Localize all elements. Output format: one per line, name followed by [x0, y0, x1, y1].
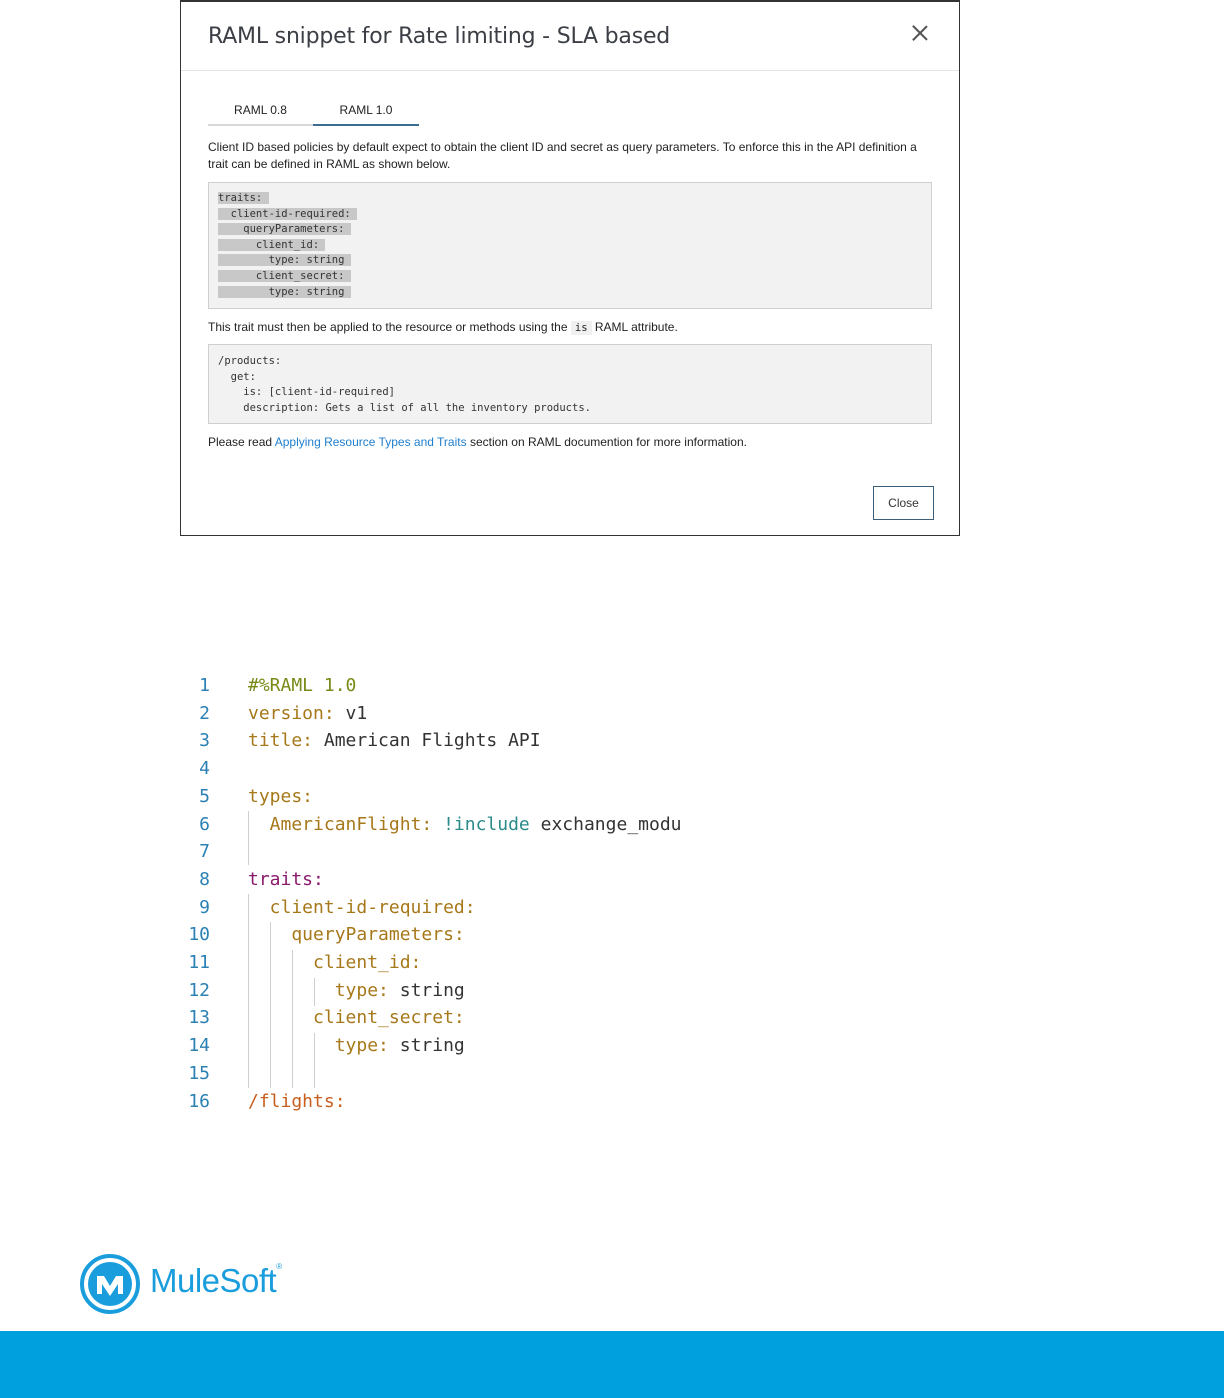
line-number: 6 [199, 813, 210, 835]
code-token: !include [432, 813, 530, 835]
line-number: 16 [188, 1090, 210, 1112]
code-line: traits: [218, 191, 922, 207]
line-number: 13 [188, 1007, 210, 1029]
line-code: #%RAML 1.0 [248, 672, 356, 699]
code-line-text: client-id-required: [218, 207, 358, 220]
intro-text: Client ID based policies by default expe… [208, 140, 917, 171]
line-number: 8 [199, 868, 210, 890]
line-number: 10 [188, 924, 210, 946]
resource-code-block: /products: get: is: [client-id-required]… [208, 344, 932, 424]
line-number: 4 [199, 758, 210, 780]
code-line: type: string [218, 285, 922, 301]
line-number: 1 [199, 675, 210, 696]
version-tabs: RAML 0.8 RAML 1.0 [208, 96, 930, 126]
apply-text: This trait must then be applied to the r… [208, 319, 933, 337]
line-code: client_secret: [248, 1004, 465, 1031]
read-text-after: section on RAML documention for more inf… [469, 435, 747, 449]
tab-raml-1-0[interactable]: RAML 1.0 [313, 96, 419, 126]
code-line-text: queryParameters: [218, 223, 351, 236]
dialog-header: RAML snippet for Rate limiting - SLA bas… [181, 2, 959, 71]
line-code: title: American Flights API [248, 727, 541, 754]
code-token: string [388, 1035, 465, 1057]
line-code: types: [248, 783, 313, 810]
logo-text: MuleSoft [150, 1262, 277, 1299]
code-line-text: traits: [218, 192, 269, 204]
code-line-text: client_id: [218, 238, 326, 251]
code-line-text: is: [client-id-required] [218, 386, 396, 399]
code-line: get: [218, 370, 922, 386]
footer-bar [0, 1331, 1224, 1398]
code-token: #%RAML 1.0 [248, 675, 357, 696]
line-code: version: v1 [248, 700, 367, 727]
code-line-text: type: string [218, 285, 351, 298]
line-number: 14 [188, 1035, 210, 1057]
code-token: queryParameters: [248, 924, 465, 946]
line-code: /flights: [248, 1088, 346, 1115]
line-code: client-id-required: [248, 894, 476, 921]
close-icon[interactable] [909, 22, 931, 44]
raml-snippet-dialog: RAML snippet for Rate limiting - SLA bas… [180, 0, 960, 536]
code-token: version: [248, 702, 335, 724]
code-token: v1 [334, 702, 368, 724]
raml-code-editor[interactable]: 1 #%RAML 1.0 2 version: v1 3 title: American … [180, 672, 880, 1122]
code-line: client-id-required: [218, 207, 922, 223]
apply-text-after: RAML attribute. [594, 320, 678, 334]
code-line: type: string [218, 253, 922, 269]
code-line: /products: [218, 354, 922, 370]
read-text-before: Please read [208, 435, 273, 449]
code-token: traits: [248, 868, 324, 890]
code-line-text: get: [218, 370, 256, 383]
code-token: /flights: [248, 1090, 346, 1112]
line-number: 7 [199, 841, 210, 863]
is-attribute-code: is [570, 321, 592, 335]
tab-raml-0-8[interactable]: RAML 0.8 [208, 96, 313, 126]
code-token: type: [248, 1035, 389, 1057]
line-code: type: string [248, 1032, 465, 1059]
resource-types-link[interactable]: Applying Resource Types and Traits [275, 435, 467, 449]
code-token: exchange_modu [529, 813, 682, 835]
read-more-text: Please read Applying Resource Types and … [208, 434, 933, 451]
code-line: client_id: [218, 238, 922, 254]
line-number: 11 [188, 952, 210, 973]
code-token: client_id: [248, 952, 422, 973]
mulesoft-logo: MuleSoft® [80, 1254, 300, 1314]
code-token: client_secret: [248, 1007, 465, 1029]
code-token: American Flights API [313, 730, 541, 752]
code-line: is: [client-id-required] [218, 385, 922, 401]
code-token: title: [248, 730, 314, 752]
line-code: client_id: [248, 949, 421, 976]
mulesoft-wordmark: MuleSoft® [150, 1262, 282, 1300]
line-number: 15 [188, 1062, 210, 1084]
registered-mark: ® [276, 1262, 282, 1271]
code-line: description: Gets a list of all the inve… [218, 401, 922, 417]
line-number: 5 [199, 785, 210, 807]
code-token: types: [248, 785, 314, 807]
code-token: type: [248, 979, 389, 1001]
code-line-text: /products: [218, 355, 282, 367]
line-code: queryParameters: [248, 921, 465, 948]
code-line-text: description: Gets a list of all the inve… [218, 401, 591, 414]
apply-text-before: This trait must then be applied to the r… [208, 320, 568, 334]
code-line-text: client_secret: [218, 269, 351, 282]
line-code: type: string [248, 977, 465, 1004]
line-number: 9 [199, 896, 210, 918]
code-line: client_secret: [218, 269, 922, 285]
code-token: AmericanFlight: [248, 813, 433, 835]
code-token: client-id-required: [248, 896, 476, 918]
line-number: 3 [199, 730, 210, 752]
trait-code-block: traits: client-id-required: queryParamet… [208, 182, 932, 309]
line-code: traits: [248, 866, 324, 893]
dialog-title: RAML snippet for Rate limiting - SLA bas… [208, 24, 671, 49]
code-line-text: type: string [218, 254, 351, 267]
code-token: string [388, 979, 465, 1001]
line-number: 2 [199, 702, 210, 724]
mulesoft-mark-icon [80, 1254, 140, 1314]
code-line: queryParameters: [218, 222, 922, 238]
close-button[interactable]: Close [873, 486, 934, 520]
line-number: 12 [188, 979, 210, 1001]
line-code: AmericanFlight: !include exchange_modu [248, 811, 682, 838]
